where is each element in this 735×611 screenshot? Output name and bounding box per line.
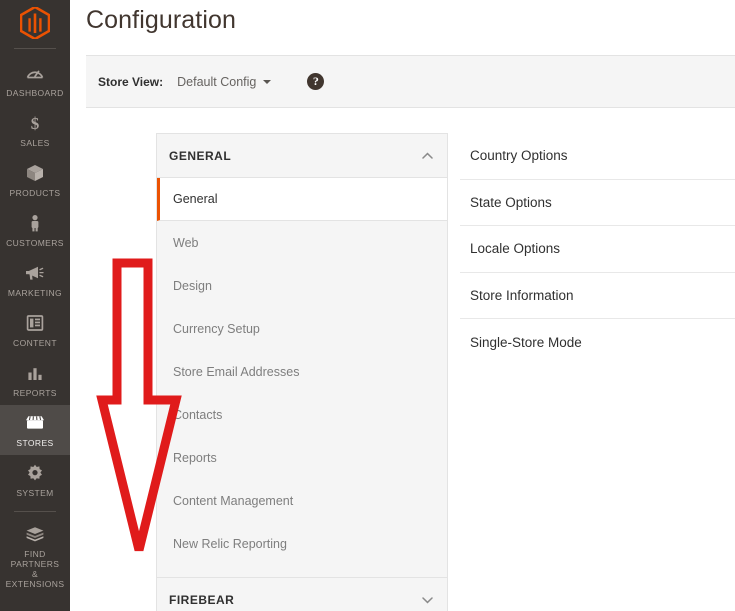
chevron-up-icon bbox=[422, 150, 433, 161]
config-group-single-store-mode[interactable]: Single-Store Mode bbox=[460, 319, 735, 366]
sidebar-item-label: Sales bbox=[20, 138, 50, 148]
sidebar-item-sales[interactable]: $ Sales bbox=[0, 105, 70, 155]
chevron-down-icon bbox=[422, 594, 433, 605]
help-question-icon[interactable]: ? bbox=[307, 73, 325, 90]
admin-sidebar: Dashboard $ Sales Products bbox=[0, 0, 70, 611]
sidebar-item-find-partners-extensions[interactable]: Find Partners & Extensions bbox=[0, 516, 70, 596]
sidebar-item-products[interactable]: Products bbox=[0, 155, 70, 205]
config-group-label: Store Information bbox=[470, 287, 574, 303]
config-nav-item-label: Contacts bbox=[173, 407, 223, 422]
sidebar-item-label-line1: Find Partners bbox=[10, 549, 60, 569]
sidebar-item-label: Content bbox=[13, 338, 57, 348]
config-group-store-information[interactable]: Store Information bbox=[460, 273, 735, 319]
main-content-area: Configuration Store View: Default Config… bbox=[70, 0, 735, 611]
dashboard-icon bbox=[24, 62, 46, 84]
config-nav-item-label: Store Email Addresses bbox=[173, 364, 300, 379]
config-section-header-general[interactable]: GENERAL bbox=[157, 134, 447, 178]
config-nav-item-contacts[interactable]: Contacts bbox=[157, 393, 447, 436]
config-nav-item-label: General bbox=[173, 192, 218, 206]
storefront-icon bbox=[24, 412, 46, 434]
config-nav-item-store-email-addresses[interactable]: Store Email Addresses bbox=[157, 350, 447, 393]
config-nav-item-label: Currency Setup bbox=[173, 321, 260, 336]
layout-icon bbox=[24, 312, 46, 334]
magento-logo[interactable] bbox=[0, 0, 70, 46]
configuration-nav-panel: GENERAL General Web Design Currency Setu… bbox=[156, 133, 448, 611]
store-view-selected-value: Default Config bbox=[177, 74, 257, 89]
store-view-select[interactable]: Default Config bbox=[177, 74, 272, 89]
config-nav-item-new-relic-reporting[interactable]: New Relic Reporting bbox=[157, 522, 447, 565]
sidebar-item-label: Stores bbox=[16, 438, 54, 448]
dollar-icon: $ bbox=[24, 112, 46, 134]
store-view-bar: Store View: Default Config ? bbox=[86, 55, 735, 108]
svg-text:$: $ bbox=[31, 114, 40, 133]
sidebar-item-label: Reports bbox=[13, 388, 57, 398]
config-section-spacer bbox=[157, 565, 447, 577]
sidebar-item-label: Dashboard bbox=[6, 88, 64, 98]
sidebar-item-stores[interactable]: Stores bbox=[0, 405, 70, 455]
gear-icon bbox=[24, 462, 46, 484]
sidebar-item-label-line2: & Extensions bbox=[5, 569, 65, 589]
config-nav-item-label: New Relic Reporting bbox=[173, 536, 287, 551]
config-nav-item-label: Reports bbox=[173, 450, 217, 465]
sidebar-item-marketing[interactable]: Marketing bbox=[0, 255, 70, 305]
sidebar-divider-bottom bbox=[14, 511, 56, 512]
sidebar-item-label: Customers bbox=[6, 238, 64, 248]
config-section-items-general: General Web Design Currency Setup Store … bbox=[157, 178, 447, 565]
sidebar-item-label: Marketing bbox=[7, 288, 63, 298]
configuration-groups-list: Country Options State Options Locale Opt… bbox=[460, 133, 735, 366]
bar-chart-icon bbox=[24, 362, 46, 384]
config-group-label: Single-Store Mode bbox=[470, 334, 582, 350]
sidebar-item-content[interactable]: Content bbox=[0, 305, 70, 355]
person-icon bbox=[24, 212, 46, 234]
config-nav-item-reports[interactable]: Reports bbox=[157, 436, 447, 479]
config-group-label: Locale Options bbox=[470, 241, 561, 257]
config-nav-item-web[interactable]: Web bbox=[157, 221, 447, 264]
store-view-label: Store View: bbox=[98, 74, 164, 89]
magento-admin-configuration-page: Dashboard $ Sales Products bbox=[0, 0, 735, 611]
box-icon bbox=[24, 162, 46, 184]
config-nav-item-general[interactable]: General bbox=[157, 178, 447, 221]
sidebar-item-reports[interactable]: Reports bbox=[0, 355, 70, 405]
config-nav-item-label: Web bbox=[173, 235, 199, 250]
sidebar-item-label: System bbox=[16, 488, 54, 498]
config-group-label: State Options bbox=[470, 194, 552, 210]
config-group-country-options[interactable]: Country Options bbox=[460, 133, 735, 180]
caret-down-icon bbox=[263, 79, 272, 84]
config-section-title: GENERAL bbox=[169, 148, 232, 163]
config-group-locale-options[interactable]: Locale Options bbox=[460, 226, 735, 273]
config-group-label: Country Options bbox=[470, 148, 568, 164]
config-nav-item-label: Design bbox=[173, 278, 212, 293]
config-section-header-firebear[interactable]: FIREBEAR bbox=[157, 577, 447, 611]
sidebar-item-system[interactable]: System bbox=[0, 455, 70, 505]
sidebar-item-label: Products bbox=[9, 188, 61, 198]
sidebar-divider-top bbox=[14, 48, 56, 49]
config-group-state-options[interactable]: State Options bbox=[460, 180, 735, 226]
page-title: Configuration bbox=[86, 6, 237, 34]
config-section-title: FIREBEAR bbox=[169, 592, 235, 607]
megaphone-icon bbox=[24, 262, 46, 284]
sidebar-item-dashboard[interactable]: Dashboard bbox=[0, 55, 70, 105]
config-nav-item-content-management[interactable]: Content Management bbox=[157, 479, 447, 522]
config-nav-item-currency-setup[interactable]: Currency Setup bbox=[157, 307, 447, 350]
config-nav-item-design[interactable]: Design bbox=[157, 264, 447, 307]
config-nav-item-label: Content Management bbox=[173, 493, 294, 508]
partners-box-icon bbox=[24, 523, 46, 545]
sidebar-item-customers[interactable]: Customers bbox=[0, 205, 70, 255]
